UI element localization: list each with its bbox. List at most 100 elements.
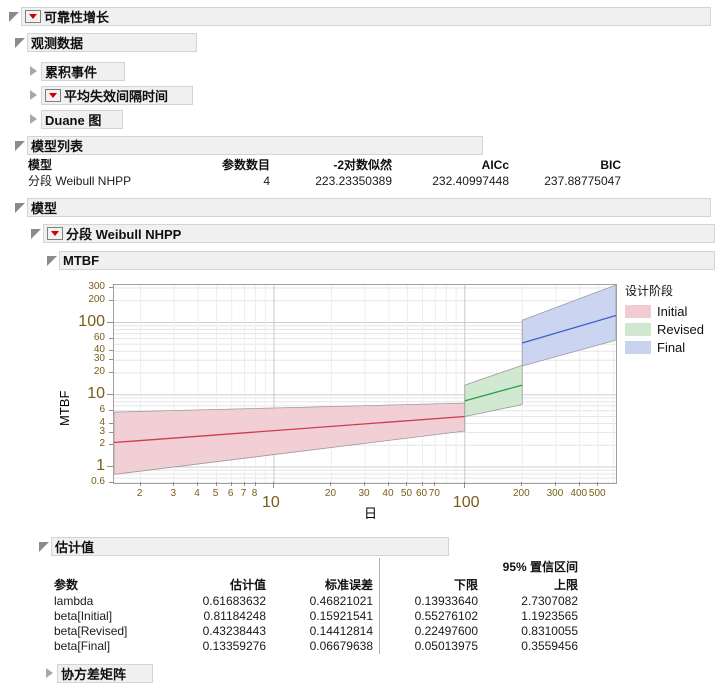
- outline-header-mtbf-interval[interactable]: 平均失效间隔时间: [41, 86, 193, 105]
- cell-parameter: lambda: [54, 594, 94, 608]
- outline-header-reliability-growth[interactable]: 可靠性增长: [21, 7, 711, 26]
- disclosure-triangle-collapsed-icon[interactable]: [44, 668, 55, 679]
- red-triangle-menu-icon[interactable]: [47, 227, 63, 240]
- legend-label: Final: [657, 339, 686, 355]
- x-tick-label: 8: [251, 488, 258, 499]
- cell-upper: 0.8310055: [521, 624, 578, 638]
- table-row[interactable]: lambda 0.61683632 0.46821021 0.13933640 2.73…: [48, 594, 584, 609]
- outline-header-duane-plot[interactable]: Duane 图: [41, 110, 123, 129]
- legend-swatch-icon: [625, 340, 651, 354]
- table-row[interactable]: beta[Final] 0.13359276 0.06679638 0.0501397…: [48, 639, 584, 654]
- outline-covariance-matrix[interactable]: 协方差矩阵: [44, 663, 153, 684]
- x-tick-label: 4: [194, 488, 200, 499]
- y-tick-label: 60: [93, 331, 105, 343]
- x-tick-label: 7: [240, 488, 247, 499]
- cell-estimate: 0.43238443: [202, 624, 266, 638]
- cell-estimate: 0.81184248: [203, 609, 266, 623]
- outline-header-estimates[interactable]: 估计值: [51, 537, 449, 556]
- cell-std-error: 0.14412814: [309, 624, 373, 638]
- disclosure-triangle-collapsed-icon[interactable]: [28, 90, 39, 101]
- legend-item-final[interactable]: Final: [625, 338, 704, 356]
- jmp-report-window: 可靠性增长 观测数据 累积事件 平均失效间隔时间 Duane 图 模型列表 模型…: [0, 0, 717, 692]
- cell-aicc: 232.40997448: [432, 174, 509, 188]
- y-tick-label: 300: [88, 281, 105, 292]
- x-tick-mark: [387, 482, 389, 486]
- col-header-lower: 下限: [379, 576, 484, 594]
- legend-swatch-icon: [625, 304, 651, 318]
- plot-area[interactable]: [113, 284, 617, 484]
- cell-estimate: 0.61683632: [202, 594, 266, 608]
- cell-lower: 0.22497600: [379, 624, 484, 639]
- outline-header-model-list[interactable]: 模型列表: [27, 136, 483, 155]
- disclosure-triangle-icon[interactable]: [30, 228, 41, 239]
- cell-parameter: beta[Final]: [54, 639, 111, 653]
- cell-model-name: 分段 Weibull NHPP: [28, 174, 132, 188]
- legend-item-revised[interactable]: Revised: [625, 320, 704, 338]
- x-tick-mark: [243, 482, 245, 486]
- cell-upper: 2.7307082: [521, 594, 578, 608]
- disclosure-triangle-collapsed-icon[interactable]: [28, 66, 39, 77]
- cell-lower: 0.13933640: [379, 594, 484, 609]
- outline-model[interactable]: 模型: [14, 197, 711, 218]
- legend-item-initial[interactable]: Initial: [625, 302, 704, 320]
- outline-header-piecewise-weibull[interactable]: 分段 Weibull NHPP: [43, 224, 715, 243]
- x-tick-label: 500: [588, 488, 606, 499]
- x-tick-mark: [578, 482, 580, 486]
- x-tick-label: 40: [382, 488, 394, 499]
- outline-header-covariance-matrix[interactable]: 协方差矩阵: [57, 664, 153, 683]
- cell-lower: 0.55276102: [379, 609, 484, 624]
- outline-header-observed-data[interactable]: 观测数据: [27, 33, 197, 52]
- disclosure-triangle-icon[interactable]: [14, 37, 25, 48]
- y-tick-mark: [109, 287, 113, 288]
- disclosure-triangle-icon[interactable]: [38, 541, 49, 552]
- outline-estimates[interactable]: 估计值: [38, 536, 449, 557]
- x-tick-label: 300: [546, 488, 564, 499]
- disclosure-triangle-icon[interactable]: [46, 255, 57, 266]
- y-tick-mark: [109, 337, 113, 339]
- outline-label-model: 模型: [31, 201, 58, 216]
- disclosure-triangle-icon[interactable]: [14, 140, 25, 151]
- x-tick-mark: [434, 482, 436, 486]
- legend-label: Initial: [657, 303, 688, 319]
- table-row[interactable]: beta[Initial] 0.81184248 0.15921541 0.55276…: [48, 609, 584, 624]
- outline-label-estimates: 估计值: [55, 540, 95, 555]
- x-tick-label: 50: [400, 488, 413, 499]
- outline-label-duane-plot: Duane 图: [45, 113, 102, 128]
- cell-lower: 0.05013975: [379, 639, 484, 654]
- red-triangle-menu-icon[interactable]: [25, 10, 41, 23]
- outline-label-covariance-matrix: 协方差矩阵: [61, 667, 127, 682]
- outline-observed-data[interactable]: 观测数据: [14, 32, 197, 53]
- y-tick-label: 1: [96, 457, 105, 474]
- outline-header-cumulative-events[interactable]: 累积事件: [41, 62, 125, 81]
- disclosure-triangle-icon[interactable]: [14, 202, 25, 213]
- outline-reliability-growth[interactable]: 可靠性增长: [8, 6, 717, 27]
- y-tick-label: 10: [87, 384, 105, 402]
- y-tick-mark: [109, 372, 113, 373]
- outline-cumulative-events[interactable]: 累积事件: [28, 61, 125, 82]
- disclosure-triangle-icon[interactable]: [8, 11, 19, 22]
- outline-duane-plot[interactable]: Duane 图: [28, 109, 123, 130]
- outline-label-piecewise-weibull: 分段 Weibull NHPP: [66, 227, 182, 242]
- x-tick-label: 70: [428, 488, 440, 499]
- outline-header-mtbf[interactable]: MTBF: [59, 251, 715, 270]
- estimates-table: 95% 置信区间 参数 估计值 标准误差 下限 上限 lambda 0.61683…: [48, 558, 584, 654]
- y-tick-mark: [107, 393, 113, 395]
- outline-piecewise-weibull[interactable]: 分段 Weibull NHPP: [30, 223, 715, 244]
- x-tick-label: 10: [262, 494, 280, 511]
- table-row[interactable]: 分段 Weibull NHPP 4 223.23350389 232.40997…: [22, 174, 627, 189]
- outline-header-model[interactable]: 模型: [27, 198, 711, 217]
- outline-label-cumulative-events: 累积事件: [45, 65, 98, 80]
- y-tick-mark: [107, 321, 113, 323]
- disclosure-triangle-collapsed-icon[interactable]: [28, 114, 39, 125]
- table-row[interactable]: beta[Revised] 0.43238443 0.14412814 0.22497…: [48, 624, 584, 639]
- x-tick-label: 60: [416, 488, 428, 499]
- x-tick-mark: [273, 482, 274, 488]
- outline-mtbf[interactable]: MTBF: [46, 250, 715, 271]
- outline-model-list[interactable]: 模型列表: [14, 135, 483, 156]
- legend-title: 设计阶段: [625, 284, 674, 298]
- chart-legend: 设计阶段 Initial Revised Final: [625, 282, 704, 356]
- outline-mtbf-interval[interactable]: 平均失效间隔时间: [28, 85, 193, 106]
- red-triangle-menu-icon[interactable]: [45, 89, 61, 102]
- model-list-table: 模型 参数数目 -2对数似然 AICc BIC 分段 Weibull NHPP …: [22, 156, 627, 189]
- y-tick-label: 2: [99, 438, 105, 450]
